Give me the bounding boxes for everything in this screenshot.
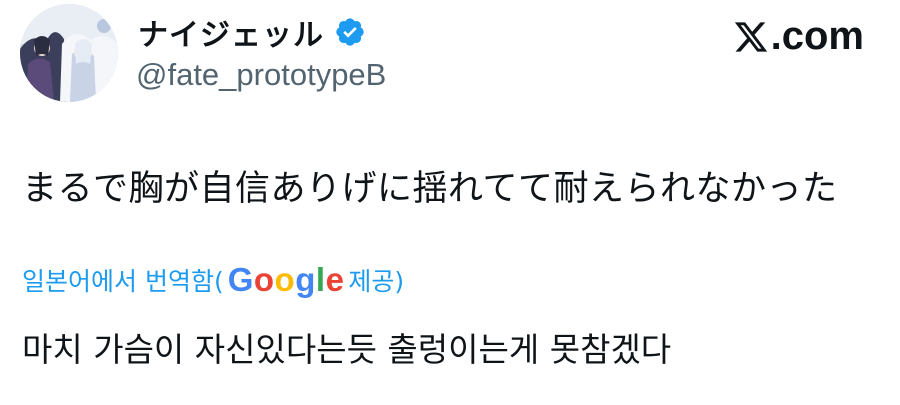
translation-prefix: 일본어에서 번역함( <box>22 267 224 296</box>
tweet-text: まるで胸が自信ありげに揺れてて耐えられなかった <box>22 169 838 209</box>
display-name[interactable]: ナイジェッル <box>138 10 324 54</box>
site-label: .com <box>733 14 864 59</box>
translation-attribution[interactable]: 일본어에서 번역함( Google 제공) <box>22 261 405 298</box>
display-name-row: ナイジェッル <box>138 10 366 54</box>
translation-suffix: 제공) <box>348 267 405 296</box>
verified-badge-icon <box>336 18 364 46</box>
user-handle[interactable]: @fate_prototypeB <box>136 57 386 93</box>
site-domain: .com <box>770 14 864 58</box>
avatar-image <box>20 4 118 102</box>
translated-text: 마치 가슴이 자신있다는듯 출렁이는게 못참겠다 <box>22 330 672 369</box>
x-logo-icon <box>734 21 767 52</box>
google-logo: Google <box>227 261 345 298</box>
avatar[interactable] <box>20 4 118 102</box>
